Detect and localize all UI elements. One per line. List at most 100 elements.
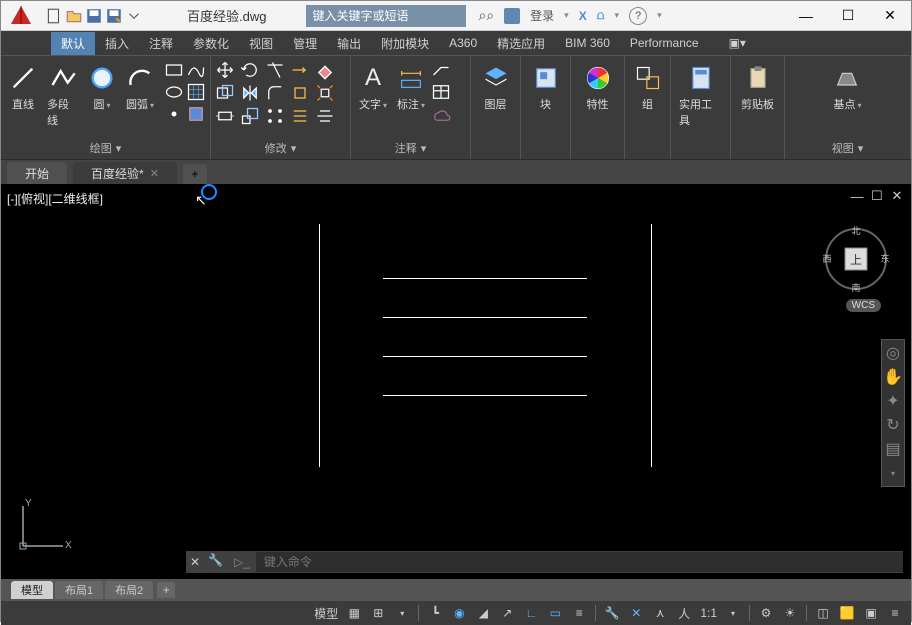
new-icon[interactable] xyxy=(45,7,63,25)
orbit-icon[interactable]: ↻ xyxy=(884,416,902,434)
ortho-icon[interactable]: ┗ xyxy=(425,603,445,623)
vp-maximize-icon[interactable]: ☐ xyxy=(869,188,885,204)
xchange-icon[interactable]: X xyxy=(579,9,587,23)
polyline-button[interactable]: 多段线 xyxy=(43,60,82,130)
wcs-badge[interactable]: WCS xyxy=(846,299,881,312)
minimize-button[interactable]: — xyxy=(785,1,827,31)
chevron-down-icon[interactable]: ▾ xyxy=(116,142,122,155)
vp-close-icon[interactable]: ✕ xyxy=(889,188,905,204)
command-input[interactable] xyxy=(256,552,903,572)
sc-icon[interactable]: ✕ xyxy=(626,603,646,623)
cloud-icon[interactable] xyxy=(431,104,451,124)
chevron-down-icon[interactable]: ▾ xyxy=(421,142,427,155)
osnap-track-icon[interactable]: ↗ xyxy=(497,603,517,623)
offset-icon[interactable] xyxy=(290,106,310,126)
pan-icon[interactable]: ✋ xyxy=(884,368,902,386)
rect-icon[interactable] xyxy=(164,60,184,80)
scale-dropdown-icon[interactable]: ▾ xyxy=(723,603,743,623)
snap-grid-icon[interactable]: ⊞ xyxy=(368,603,388,623)
block-button[interactable]: 块 xyxy=(528,60,564,114)
ellipse-icon[interactable] xyxy=(164,82,184,102)
line-button[interactable]: 直线 xyxy=(5,60,41,114)
properties-button[interactable]: 特性 xyxy=(580,60,616,114)
extend-arrow-icon[interactable] xyxy=(290,60,310,80)
model-space-button[interactable]: 模型 xyxy=(312,603,340,623)
steering-wheel-icon[interactable]: ◎ xyxy=(884,344,902,362)
login-dropdown-icon[interactable]: ▾ xyxy=(564,10,569,21)
chamfer-icon[interactable] xyxy=(290,83,310,103)
hatch-icon[interactable] xyxy=(186,82,206,102)
close-tab-icon[interactable]: ✕ xyxy=(150,167,159,180)
annotation-scale-icon[interactable]: ⋏ xyxy=(650,603,670,623)
tab-default[interactable]: 默认 xyxy=(51,32,95,55)
drawing-canvas[interactable]: [-][俯视][二维线框] ↖ — ☐ ✕ 上 北 南 东 西 WCS ◎ ✋ … xyxy=(1,184,911,579)
scale-label[interactable]: 1:1 xyxy=(698,603,719,623)
basepoint-button[interactable]: 基点 xyxy=(829,60,865,114)
clean-screen-icon[interactable]: ▣ xyxy=(861,603,881,623)
viewport-label[interactable]: [-][俯视][二维线框] xyxy=(7,190,103,207)
layout-tab-model[interactable]: 模型 xyxy=(11,581,53,599)
grid-icon[interactable]: ▦ xyxy=(344,603,364,623)
spline-icon[interactable] xyxy=(186,60,206,80)
table-icon[interactable] xyxy=(431,82,451,102)
wrench-icon[interactable]: 🔧 xyxy=(602,603,622,623)
sun-icon[interactable]: ☀ xyxy=(780,603,800,623)
new-tab-button[interactable]: + xyxy=(183,164,207,184)
tab-annotate[interactable]: 注释 xyxy=(139,32,183,55)
tab-insert[interactable]: 插入 xyxy=(95,32,139,55)
tab-addins[interactable]: 附加模块 xyxy=(371,32,439,55)
circle-button[interactable]: 圆 xyxy=(84,60,120,114)
tab-view[interactable]: 视图 xyxy=(239,32,283,55)
grid-dropdown-icon[interactable]: ▾ xyxy=(392,603,412,623)
explode-icon[interactable] xyxy=(315,83,335,103)
layers-button[interactable]: 图层 xyxy=(478,60,514,114)
anno-vis-icon[interactable]: 人 xyxy=(674,603,694,623)
maximize-button[interactable]: ☐ xyxy=(827,1,869,31)
leader-icon[interactable] xyxy=(431,60,451,80)
clipboard-button[interactable]: 剪贴板 xyxy=(737,60,778,114)
customize-icon[interactable]: ≡ xyxy=(885,603,905,623)
rotate-icon[interactable] xyxy=(240,60,260,80)
copy-icon[interactable] xyxy=(215,83,235,103)
osnap-icon[interactable]: ∟ xyxy=(521,603,541,623)
move-icon[interactable] xyxy=(215,60,235,80)
add-layout-button[interactable]: + xyxy=(157,582,175,598)
file-tab-document[interactable]: 百度经验* ✕ xyxy=(73,162,177,184)
qat-dropdown-icon[interactable] xyxy=(125,7,143,25)
help-dropdown-icon[interactable]: ▾ xyxy=(615,10,620,21)
tab-featured[interactable]: 精选应用 xyxy=(487,32,555,55)
tab-parametric[interactable]: 参数化 xyxy=(183,32,239,55)
group-button[interactable]: 组 xyxy=(630,60,666,114)
tab-performance[interactable]: Performance xyxy=(620,33,709,53)
stretch-icon[interactable] xyxy=(215,106,235,126)
scale-icon[interactable] xyxy=(240,106,260,126)
erase-icon[interactable] xyxy=(315,60,335,80)
saveas-icon[interactable] xyxy=(105,7,123,25)
polar-icon[interactable]: ◉ xyxy=(449,603,469,623)
showmotion-icon[interactable]: ▤ xyxy=(884,440,902,458)
save-icon[interactable] xyxy=(85,7,103,25)
a360-icon[interactable]: ⩍ xyxy=(597,8,605,23)
utilities-button[interactable]: 实用工具 xyxy=(675,60,726,130)
region-icon[interactable] xyxy=(186,104,206,124)
dim-icon[interactable]: ▭ xyxy=(545,603,565,623)
chevron-down-icon[interactable]: ▾ xyxy=(291,142,297,155)
binoculars-icon[interactable]: ⌕⌕ xyxy=(478,7,494,24)
dimension-button[interactable]: 标注 xyxy=(393,60,429,114)
chevron-down-icon[interactable]: ▾ xyxy=(858,142,864,155)
fillet-icon[interactable] xyxy=(265,83,285,103)
app-icon[interactable] xyxy=(5,2,37,30)
trim-icon[interactable] xyxy=(265,60,285,80)
gear-icon[interactable]: ⚙ xyxy=(756,603,776,623)
nav-expand-icon[interactable]: ▾ xyxy=(884,464,902,482)
tab-manage[interactable]: 管理 xyxy=(283,32,327,55)
mirror-icon[interactable] xyxy=(240,83,260,103)
array-icon[interactable] xyxy=(265,106,285,126)
vp-minimize-icon[interactable]: — xyxy=(849,188,865,204)
file-tab-start[interactable]: 开始 xyxy=(7,162,67,184)
arc-button[interactable]: 圆弧 xyxy=(122,60,158,114)
layout-tab-1[interactable]: 布局1 xyxy=(55,581,103,599)
isolate-icon[interactable]: ◫ xyxy=(813,603,833,623)
align-icon[interactable] xyxy=(315,106,335,126)
hardware-icon[interactable]: 🟨 xyxy=(837,603,857,623)
